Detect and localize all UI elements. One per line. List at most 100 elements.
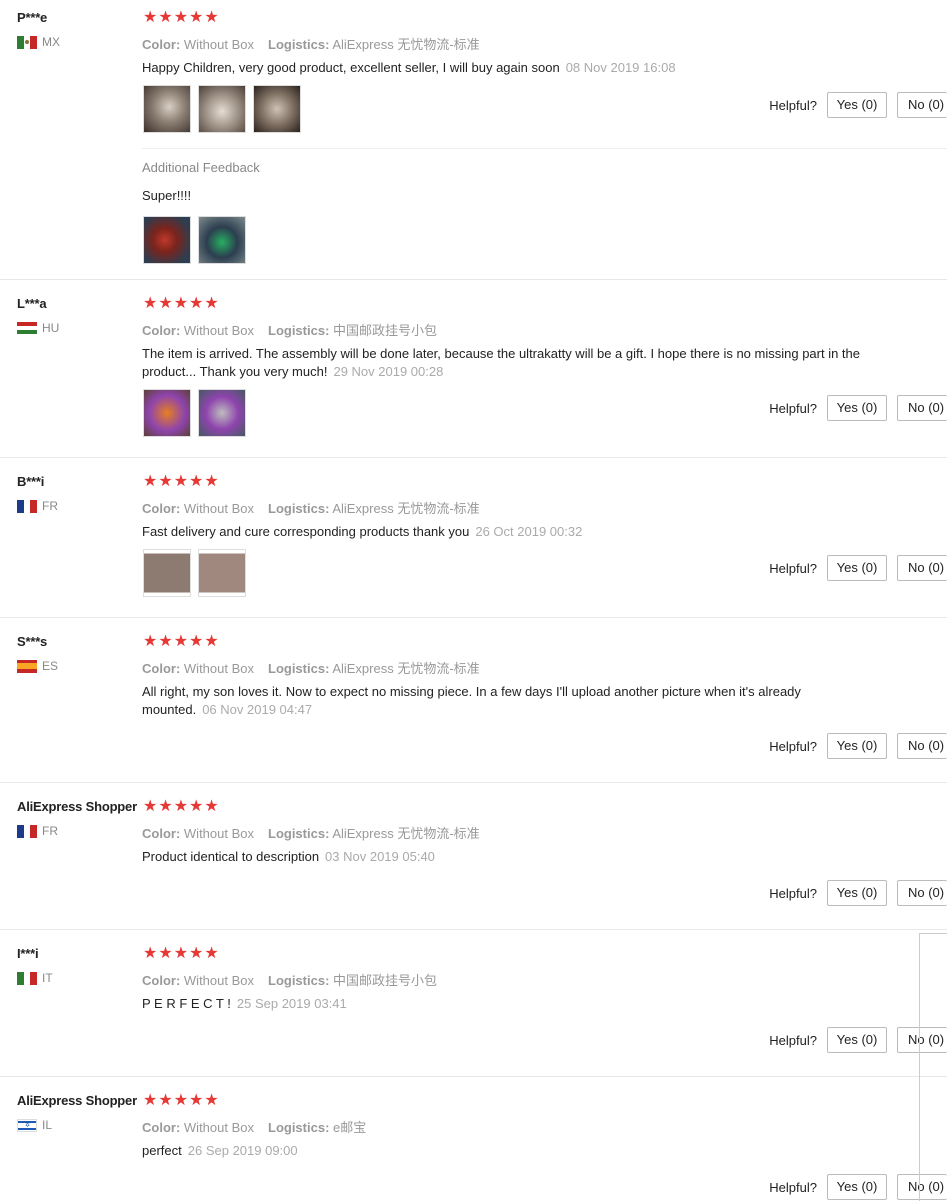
helpful-vote: Helpful? Yes (0) No (0) [769, 733, 947, 759]
logistics-label: Logistics: [268, 1120, 330, 1135]
logistics-value: 中国邮政挂号小包 [333, 323, 438, 338]
reviewer-name: S***s [17, 634, 48, 649]
helpful-no-button[interactable]: No (0) [897, 92, 947, 118]
logistics-value: AliExpress 无忧物流-标准 [332, 661, 480, 676]
reviewer-country: ES [17, 659, 58, 673]
logistics-value: AliExpress 无忧物流-标准 [332, 826, 480, 841]
reviewer-name: AliExpress Shopper [17, 1093, 137, 1108]
star-rating: ★★★★★ [143, 295, 220, 312]
israel-flag-icon: ✡ [17, 1118, 37, 1132]
reviewer-country: FR [17, 824, 58, 838]
review-text: All right, my son loves it. Now to expec… [142, 683, 842, 719]
review-item: S***s ES ★★★★★ Color: Without Box Logisti… [0, 624, 947, 783]
helpful-yes-button[interactable]: Yes (0) [827, 1027, 887, 1053]
helpful-yes-button[interactable]: Yes (0) [827, 555, 887, 581]
helpful-yes-button[interactable]: Yes (0) [827, 395, 887, 421]
helpful-no-button[interactable]: No (0) [897, 395, 947, 421]
review-photo[interactable] [198, 216, 246, 264]
review-meta: Color: Without Box Logistics: e邮宝 [142, 1117, 366, 1136]
review-photos [143, 85, 301, 133]
color-label: Color: [142, 661, 181, 676]
color-value: Without Box [183, 37, 254, 52]
italy-flag-icon [17, 971, 37, 985]
mexico-flag-icon [17, 35, 37, 49]
review-item: AliExpress Shopper FR ★★★★★ Color: Witho… [0, 789, 947, 930]
review-body: Happy Children, very good product, excel… [142, 60, 560, 75]
reviewer-country: MX [17, 35, 60, 49]
helpful-vote: Helpful? Yes (0) No (0) [769, 555, 947, 581]
color-label: Color: [142, 826, 181, 841]
helpful-no-button[interactable]: No (0) [897, 733, 947, 759]
helpful-label: Helpful? [769, 885, 817, 901]
country-code: ES [42, 659, 59, 673]
reviewer-name: B***i [17, 474, 45, 489]
logistics-value: AliExpress 无忧物流-标准 [332, 501, 480, 516]
color-value: Without Box [183, 826, 254, 841]
review-item: B***i FR ★★★★★ Color: Without Box Logisti… [0, 464, 947, 618]
helpful-label: Helpful? [769, 560, 817, 576]
review-date: 03 Nov 2019 05:40 [325, 849, 435, 864]
review-photos [143, 389, 246, 437]
helpful-vote: Helpful? Yes (0) No (0) [769, 395, 947, 421]
review-photo[interactable] [143, 216, 191, 264]
star-rating: ★★★★★ [143, 798, 220, 815]
logistics-label: Logistics: [268, 37, 330, 52]
logistics-label: Logistics: [268, 826, 330, 841]
helpful-yes-button[interactable]: Yes (0) [827, 92, 887, 118]
review-text: Product identical to description 03 Nov 2… [142, 848, 872, 866]
review-text: Fast delivery and cure corresponding pro… [142, 523, 872, 541]
helpful-no-button[interactable]: No (0) [897, 880, 947, 906]
color-label: Color: [142, 37, 181, 52]
review-photo[interactable] [143, 389, 191, 437]
review-item: L***a HU ★★★★★ Color: Without Box Logisti… [0, 286, 947, 458]
star-rating: ★★★★★ [143, 9, 220, 26]
reviewer-name: P***e [17, 10, 48, 25]
review-photo[interactable] [198, 389, 246, 437]
additional-feedback-text: Super!!!! [142, 188, 192, 203]
review-photo[interactable] [253, 85, 301, 133]
review-photo[interactable] [143, 549, 191, 597]
review-text: perfect 26 Sep 2019 09:00 [142, 1142, 872, 1160]
color-label: Color: [142, 501, 181, 516]
reviewer-country: ✡ IL [17, 1118, 52, 1132]
color-value: Without Box [183, 323, 254, 338]
review-date: 08 Nov 2019 16:08 [565, 60, 676, 75]
helpful-yes-button[interactable]: Yes (0) [827, 1174, 887, 1200]
color-label: Color: [142, 323, 181, 338]
helpful-label: Helpful? [769, 738, 817, 754]
reviewer-name: I***i [17, 946, 39, 961]
review-photo[interactable] [198, 85, 246, 133]
logistics-label: Logistics: [268, 973, 330, 988]
review-photo[interactable] [198, 549, 246, 597]
helpful-yes-button[interactable]: Yes (0) [827, 733, 887, 759]
color-value: Without Box [183, 501, 254, 516]
country-code: MX [42, 35, 60, 49]
review-photo[interactable] [143, 85, 191, 133]
helpful-vote: Helpful? Yes (0) No (0) [769, 92, 947, 118]
review-body: The item is arrived. The assembly will b… [142, 346, 861, 379]
logistics-label: Logistics: [268, 661, 330, 676]
helpful-vote: Helpful? Yes (0) No (0) [769, 880, 947, 906]
review-meta: Color: Without Box Logistics: 中国邮政挂号小包 [142, 970, 437, 989]
color-label: Color: [142, 1120, 181, 1135]
review-photos [143, 549, 246, 597]
review-item: AliExpress Shopper ✡ IL ★★★★★ Color: Wit… [0, 1083, 947, 1201]
review-item: I***i IT ★★★★★ Color: Without Box Logisti… [0, 936, 947, 1077]
additional-feedback-title: Additional Feedback [142, 160, 260, 175]
country-code: HU [42, 321, 60, 335]
reviewer-country: HU [17, 321, 59, 335]
review-meta: Color: Without Box Logistics: 中国邮政挂号小包 [142, 320, 437, 339]
country-code: FR [42, 499, 58, 513]
star-rating: ★★★★★ [143, 473, 220, 490]
color-value: Without Box [183, 661, 254, 676]
logistics-value: 中国邮政挂号小包 [333, 973, 438, 988]
france-flag-icon [17, 824, 37, 838]
country-code: IT [42, 971, 53, 985]
review-meta: Color: Without Box Logistics: AliExpress … [142, 34, 480, 53]
hungary-flag-icon [17, 321, 37, 335]
review-date: 26 Sep 2019 09:00 [187, 1143, 298, 1158]
review-body: P E R F E C T ! [142, 996, 231, 1011]
helpful-label: Helpful? [769, 400, 817, 416]
helpful-no-button[interactable]: No (0) [897, 555, 947, 581]
helpful-yes-button[interactable]: Yes (0) [827, 880, 887, 906]
